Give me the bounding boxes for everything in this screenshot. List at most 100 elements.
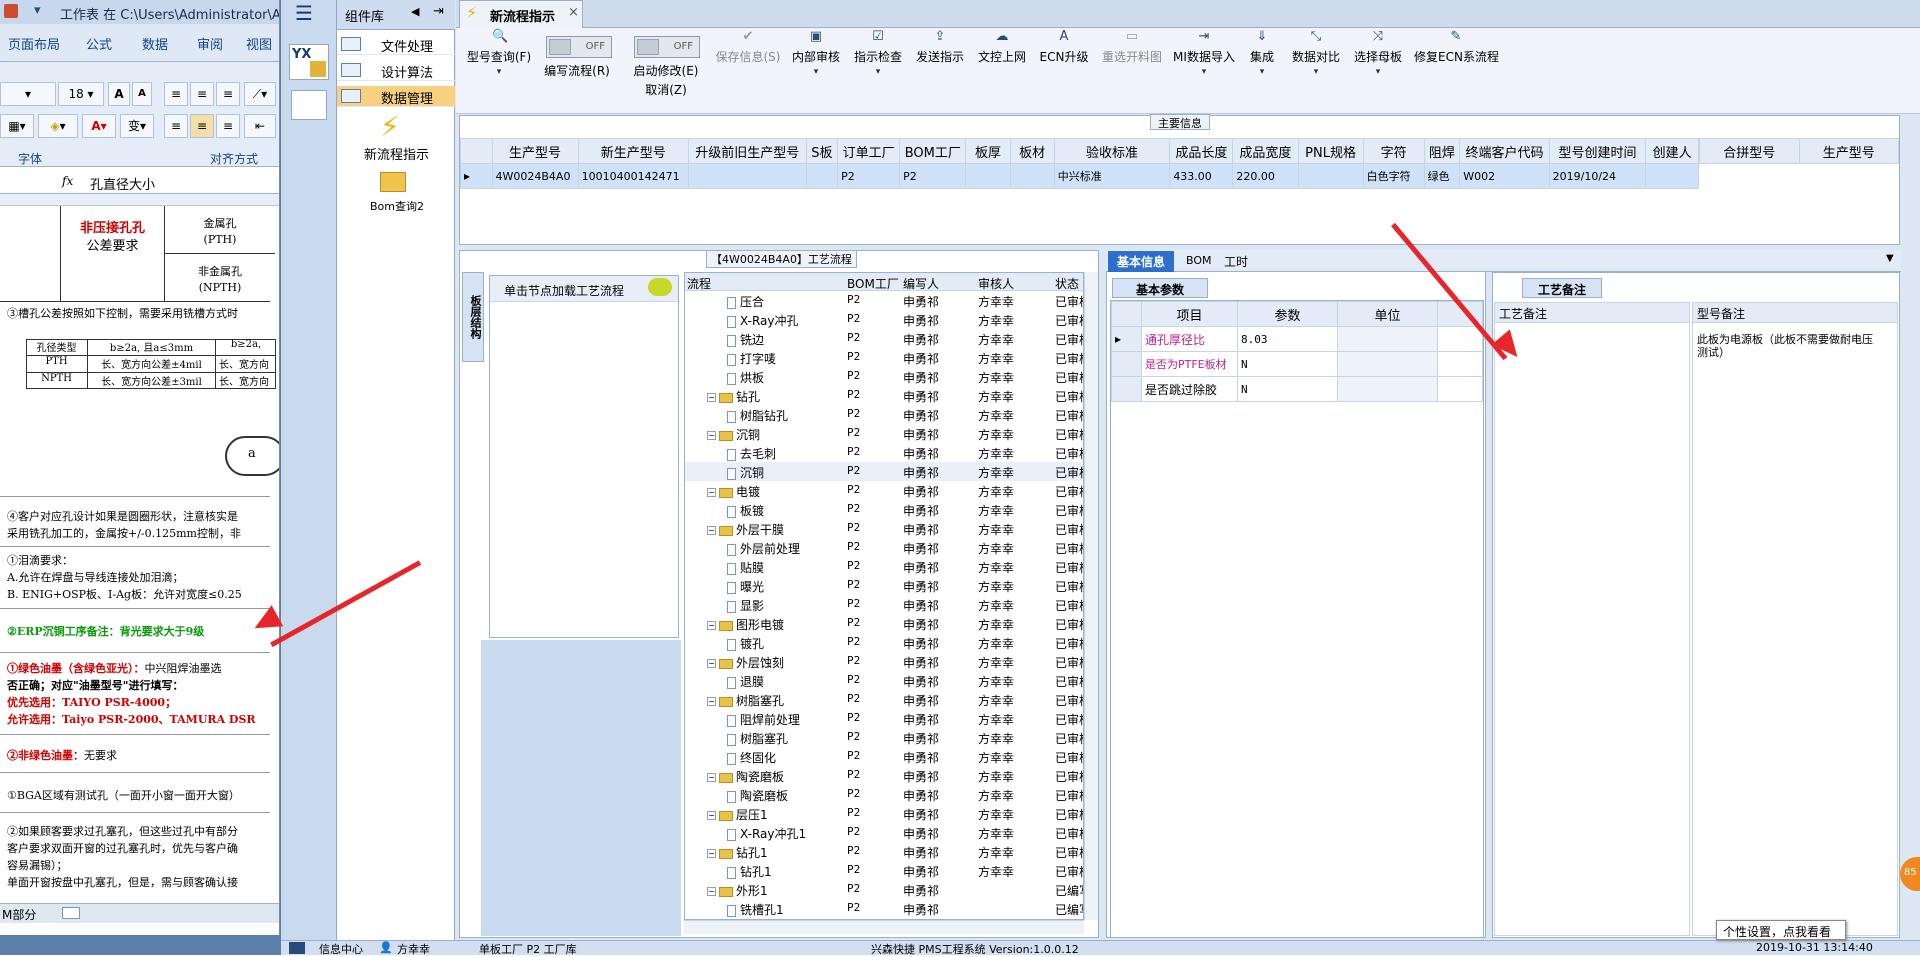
align-bottom-button[interactable]: ≡ <box>216 82 240 106</box>
process-tree-row[interactable]: 阻焊前处理 P2 申勇祁 方幸幸 已审核 <box>685 709 1083 728</box>
subtab-basic-params[interactable]: 基本参数 <box>1112 278 1208 298</box>
btn-doc-online[interactable]: ☁ 文控上网 <box>974 30 1030 110</box>
btn-repair-ecn[interactable]: ✎ 修复ECN系流程 <box>1414 30 1499 110</box>
font-size-select[interactable]: 18 ▾ <box>58 82 104 106</box>
process-tree-row[interactable]: − 外层干膜 P2 申勇祁 方幸幸 已审核 <box>685 519 1083 538</box>
col-main-8[interactable]: 验收标准 <box>1053 138 1171 164</box>
process-tree-row[interactable]: 铣边 P2 申勇祁 方幸幸 已审核 <box>685 329 1083 348</box>
collapse-icon[interactable]: − <box>707 488 716 497</box>
btn-ecn-upgrade[interactable]: A ECN升级 <box>1036 30 1092 110</box>
shortcut-new-process[interactable]: 新流程指示 <box>364 144 429 163</box>
shrink-font-button[interactable]: A <box>132 82 152 106</box>
btn-cancel-label[interactable]: 取消(Z) <box>626 81 706 98</box>
param-item[interactable]: 通孔厚径比 <box>1141 326 1238 352</box>
process-tree-row[interactable]: 压合 P2 申勇祁 方幸幸 已审核 <box>685 291 1083 310</box>
orientation-button[interactable]: ⟋▾ <box>244 82 276 106</box>
tooltip-personal-settings[interactable]: 个性设置，点我看看 <box>1716 920 1846 940</box>
process-tree-row[interactable]: 镀孔 P2 申勇祁 方幸幸 已审核 <box>685 633 1083 652</box>
process-tree-row[interactable]: 沉铜 P2 申勇祁 方幸幸 已审核 <box>685 462 1083 481</box>
process-tree-hscrollbar[interactable] <box>684 920 1084 934</box>
align-center-button[interactable]: ≡ <box>190 114 214 138</box>
col-main-13[interactable]: 阻焊 <box>1423 138 1461 164</box>
cell-main-16[interactable] <box>1645 163 1699 189</box>
collapse-left-icon[interactable]: ◀ <box>411 5 419 18</box>
process-tree-row[interactable]: − 钻孔 P2 申勇祁 方幸幸 已审核 <box>685 386 1083 405</box>
col-main-14[interactable]: 终端客户代码 <box>1459 138 1550 164</box>
col-main-9[interactable]: 成品长度 <box>1169 138 1234 164</box>
ribbon-tab-page-layout[interactable]: 页面布局 <box>8 34 60 53</box>
cell-main-8[interactable]: 中兴标准 <box>1053 163 1171 189</box>
process-tree-row[interactable]: 曝光 P2 申勇祁 方幸幸 已审核 <box>685 576 1083 595</box>
btn-select-master[interactable]: ⤨ 选择母板 ▾ <box>1350 30 1406 110</box>
param-row[interactable]: 是否跳过除胶 N <box>1111 376 1483 402</box>
cell-main-5[interactable]: P2 <box>899 163 967 189</box>
col-main-12[interactable]: 字符 <box>1362 138 1425 164</box>
toggle-start-modify[interactable]: OFF <box>634 36 700 58</box>
process-tree-row[interactable]: 树脂塞孔 P2 申勇祁 方幸幸 已审核 <box>685 728 1083 747</box>
tab-basic-info[interactable]: 基本信息 <box>1108 251 1174 272</box>
btn-internal-review[interactable]: ▣ 内部审核 ▾ <box>788 30 844 110</box>
side-tab-layer-structure[interactable]: 板层结构 <box>462 272 484 362</box>
ribbon-tab-formulas[interactable]: 公式 <box>86 34 112 53</box>
process-tree-row[interactable]: − 陶瓷磨板 P2 申勇祁 方幸幸 已审核 <box>685 766 1083 785</box>
folder-icon[interactable] <box>380 172 406 192</box>
process-tree-row[interactable]: 去毛刺 P2 申勇祁 方幸幸 已审核 <box>685 443 1083 462</box>
ribbon-tab-data[interactable]: 数据 <box>142 34 168 53</box>
cell-main-2[interactable] <box>687 163 807 189</box>
process-tree-row[interactable]: 烘板 P2 申勇祁 方幸幸 已审核 <box>685 367 1083 386</box>
tab-close-icon[interactable]: × <box>568 5 579 20</box>
col-main-10[interactable]: 成品宽度 <box>1232 138 1299 164</box>
param-item[interactable]: 是否为PTFE板材 <box>1141 351 1238 377</box>
font-color-button[interactable]: A▾ <box>82 114 116 138</box>
grow-font-button[interactable]: A <box>108 82 130 106</box>
collapse-icon[interactable]: − <box>707 393 716 402</box>
process-tree-row[interactable]: − 图形电镀 P2 申勇祁 方幸幸 已审核 <box>685 614 1083 633</box>
col-main-4[interactable]: 订单工厂 <box>837 138 901 164</box>
cell-main-1[interactable]: 10010400142471 <box>577 163 689 189</box>
align-right-button[interactable]: ≡ <box>216 114 240 138</box>
process-tree-row[interactable]: − 电镀 P2 申勇祁 方幸幸 已审核 <box>685 481 1083 500</box>
cell-main-4[interactable]: P2 <box>837 163 901 189</box>
nav-data-management[interactable]: 数据管理 <box>337 86 455 107</box>
process-tree-row[interactable]: 外层前处理 P2 申勇祁 方幸幸 已审核 <box>685 538 1083 557</box>
param-row[interactable]: ▸ 通孔厚径比 8.03 <box>1111 326 1483 352</box>
process-tree-row[interactable]: − 沉铜 P2 申勇祁 方幸幸 已审核 <box>685 424 1083 443</box>
cell-main-10[interactable]: 220.00 <box>1232 163 1299 189</box>
cell-main-11[interactable] <box>1297 163 1364 189</box>
main-info-row[interactable]: ▸ 4W0024B4A0 10010400142471 P2 P2 中兴标准 433.00… <box>460 163 1699 189</box>
col-main-11[interactable]: PNL规格 <box>1297 138 1364 164</box>
yx-logo[interactable]: YX <box>289 44 329 80</box>
btn-check-instruction[interactable]: ☑ 指示检查 ▾ <box>850 30 906 110</box>
collapse-icon[interactable]: − <box>707 887 716 896</box>
process-tree-row[interactable]: 显影 P2 申勇祁 方幸幸 已审核 <box>685 595 1083 614</box>
tab-new-process[interactable]: ⚡ 新流程指示 × <box>459 0 583 28</box>
indent-button[interactable]: ⇤ <box>244 114 276 138</box>
pin-icon[interactable]: ⇥ <box>433 4 444 19</box>
quick-access-dropdown-icon[interactable]: ▾ <box>34 3 41 18</box>
process-tree-row[interactable]: X-Ray冲孔 P2 申勇祁 方幸幸 已审核 <box>685 310 1083 329</box>
col-main-3[interactable]: S板 <box>805 138 839 164</box>
btn-send-instruction[interactable]: ⇪ 发送指示 <box>912 30 968 110</box>
col-unit[interactable]: 单位 <box>1337 301 1438 327</box>
collapse-icon[interactable]: − <box>707 811 716 820</box>
process-tree-row[interactable]: 打字唛 P2 申勇祁 方幸幸 已审核 <box>685 348 1083 367</box>
tab-process-remarks[interactable]: 工艺备注 <box>1522 278 1602 298</box>
col-process[interactable]: 流程 <box>687 275 711 292</box>
collapse-icon[interactable]: − <box>707 849 716 858</box>
align-top-button[interactable]: ≡ <box>164 82 188 106</box>
cell-main-7[interactable] <box>1009 163 1055 189</box>
process-remark-column[interactable]: 工艺备注 <box>1494 302 1690 936</box>
process-tree-row[interactable]: − 树脂塞孔 P2 申勇祁 方幸幸 已审核 <box>685 690 1083 709</box>
process-tree-row[interactable]: 铣槽孔1 P2 申勇祁 已编写 <box>685 899 1083 918</box>
param-item[interactable]: 是否跳过除胶 <box>1141 376 1238 402</box>
cell-main-9[interactable]: 433.00 <box>1169 163 1234 189</box>
borders-button[interactable]: ▦▾ <box>0 114 34 138</box>
model-remark-column[interactable]: 型号备注 此板为电源板（此板不需要做耐电压测试） <box>1692 302 1898 936</box>
collapse-icon[interactable]: − <box>707 697 716 706</box>
col-main-7[interactable]: 板材 <box>1009 138 1055 164</box>
process-tree-row[interactable]: 板镀 P2 申勇祁 方幸幸 已审核 <box>685 500 1083 519</box>
tab-hours[interactable]: 工时 <box>1224 253 1248 270</box>
calculator-icon[interactable] <box>291 90 327 120</box>
param-unit[interactable] <box>1337 351 1438 377</box>
process-tree-row[interactable]: − 外形1 P2 申勇祁 已编写 <box>685 880 1083 899</box>
